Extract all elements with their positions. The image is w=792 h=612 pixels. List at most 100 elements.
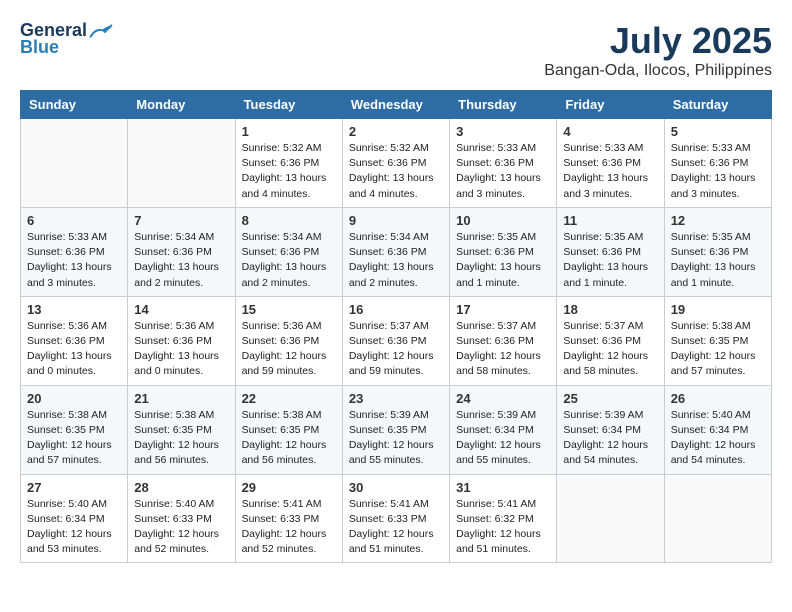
weekday-header-wednesday: Wednesday <box>342 91 449 119</box>
logo: General Blue <box>20 20 113 58</box>
calendar-day-cell: 5 Sunrise: 5:33 AMSunset: 6:36 PMDaylight… <box>664 119 771 208</box>
weekday-header-friday: Friday <box>557 91 664 119</box>
calendar-day-cell: 19Sunrise: 5:38 AMSunset: 6:35 PMDayligh… <box>664 296 771 385</box>
calendar-day-cell: 17Sunrise: 5:37 AMSunset: 6:36 PMDayligh… <box>450 296 557 385</box>
day-detail: Sunrise: 5:34 AMSunset: 6:36 PMDaylight:… <box>349 230 443 291</box>
day-detail: Sunrise: 5:41 AMSunset: 6:32 PMDaylight:… <box>456 497 550 558</box>
calendar-day-cell: 18 Sunrise: 5:37 AMSunset: 6:36 PMDayligh… <box>557 296 664 385</box>
day-number: 21 <box>134 391 228 406</box>
day-detail: Sunrise: 5:39 AMSunset: 6:34 PMDaylight:… <box>456 408 550 469</box>
logo-blue: Blue <box>20 37 59 58</box>
day-number: 22 <box>242 391 336 406</box>
day-detail: Sunrise: 5:36 AMSunset: 6:36 PMDaylight:… <box>242 319 336 380</box>
calendar-week-row: 20Sunrise: 5:38 AMSunset: 6:35 PMDayligh… <box>21 385 772 474</box>
day-detail: Sunrise: 5:37 AMSunset: 6:36 PMDaylight:… <box>349 319 443 380</box>
calendar-day-cell: 21 Sunrise: 5:38 AMSunset: 6:35 PMDayligh… <box>128 385 235 474</box>
day-number: 9 <box>349 213 443 228</box>
calendar-day-cell <box>557 474 664 563</box>
day-detail: Sunrise: 5:40 AMSunset: 6:34 PMDaylight:… <box>27 497 121 558</box>
day-detail: Sunrise: 5:33 AMSunset: 6:36 PMDaylight:… <box>456 141 550 202</box>
calendar-day-cell: 6Sunrise: 5:33 AMSunset: 6:36 PMDaylight… <box>21 207 128 296</box>
calendar-day-cell: 20Sunrise: 5:38 AMSunset: 6:35 PMDayligh… <box>21 385 128 474</box>
day-detail: Sunrise: 5:40 AMSunset: 6:34 PMDaylight:… <box>671 408 765 469</box>
weekday-header-thursday: Thursday <box>450 91 557 119</box>
calendar-day-cell <box>128 119 235 208</box>
day-detail: Sunrise: 5:40 AMSunset: 6:33 PMDaylight:… <box>134 497 228 558</box>
calendar-day-cell: 27 Sunrise: 5:40 AMSunset: 6:34 PMDayligh… <box>21 474 128 563</box>
calendar-day-cell: 31 Sunrise: 5:41 AMSunset: 6:32 PMDayligh… <box>450 474 557 563</box>
day-number: 10 <box>456 213 550 228</box>
day-detail: Sunrise: 5:36 AMSunset: 6:36 PMDaylight:… <box>134 319 228 380</box>
calendar-day-cell: 22 Sunrise: 5:38 AMSunset: 6:35 PMDayligh… <box>235 385 342 474</box>
day-detail: Sunrise: 5:38 AMSunset: 6:35 PMDaylight:… <box>27 408 121 469</box>
calendar-day-cell: 15 Sunrise: 5:36 AMSunset: 6:36 PMDayligh… <box>235 296 342 385</box>
weekday-header-monday: Monday <box>128 91 235 119</box>
day-detail: Sunrise: 5:39 AMSunset: 6:34 PMDaylight:… <box>563 408 657 469</box>
day-detail: Sunrise: 5:38 AMSunset: 6:35 PMDaylight:… <box>671 319 765 380</box>
day-number: 4 <box>563 124 657 139</box>
day-detail: Sunrise: 5:34 AMSunset: 6:36 PMDaylight:… <box>134 230 228 291</box>
day-number: 1 <box>242 124 336 139</box>
day-number: 31 <box>456 480 550 495</box>
calendar-day-cell: 29 Sunrise: 5:41 AMSunset: 6:33 PMDayligh… <box>235 474 342 563</box>
calendar-week-row: 27 Sunrise: 5:40 AMSunset: 6:34 PMDayligh… <box>21 474 772 563</box>
day-number: 15 <box>242 302 336 317</box>
logo-bird-icon <box>89 21 113 41</box>
calendar-day-cell: 26 Sunrise: 5:40 AMSunset: 6:34 PMDayligh… <box>664 385 771 474</box>
calendar-day-cell: 14Sunrise: 5:36 AMSunset: 6:36 PMDayligh… <box>128 296 235 385</box>
day-detail: Sunrise: 5:32 AMSunset: 6:36 PMDaylight:… <box>349 141 443 202</box>
day-detail: Sunrise: 5:33 AMSunset: 6:36 PMDaylight:… <box>27 230 121 291</box>
weekday-header-saturday: Saturday <box>664 91 771 119</box>
day-number: 11 <box>563 213 657 228</box>
calendar-day-cell: 8 Sunrise: 5:34 AMSunset: 6:36 PMDaylight… <box>235 207 342 296</box>
day-detail: Sunrise: 5:32 AMSunset: 6:36 PMDaylight:… <box>242 141 336 202</box>
calendar-day-cell: 12 Sunrise: 5:35 AMSunset: 6:36 PMDayligh… <box>664 207 771 296</box>
calendar-table: SundayMondayTuesdayWednesdayThursdayFrid… <box>20 90 772 563</box>
day-number: 27 <box>27 480 121 495</box>
title-area: July 2025 Bangan-Oda, Ilocos, Philippine… <box>544 20 772 80</box>
day-number: 17 <box>456 302 550 317</box>
calendar-day-cell: 1 Sunrise: 5:32 AMSunset: 6:36 PMDaylight… <box>235 119 342 208</box>
calendar-day-cell <box>21 119 128 208</box>
day-number: 30 <box>349 480 443 495</box>
day-number: 5 <box>671 124 765 139</box>
day-detail: Sunrise: 5:38 AMSunset: 6:35 PMDaylight:… <box>134 408 228 469</box>
day-number: 24 <box>456 391 550 406</box>
day-number: 23 <box>349 391 443 406</box>
day-detail: Sunrise: 5:35 AMSunset: 6:36 PMDaylight:… <box>456 230 550 291</box>
weekday-header-tuesday: Tuesday <box>235 91 342 119</box>
calendar-day-cell: 3 Sunrise: 5:33 AMSunset: 6:36 PMDaylight… <box>450 119 557 208</box>
calendar-week-row: 1 Sunrise: 5:32 AMSunset: 6:36 PMDaylight… <box>21 119 772 208</box>
day-detail: Sunrise: 5:39 AMSunset: 6:35 PMDaylight:… <box>349 408 443 469</box>
day-detail: Sunrise: 5:36 AMSunset: 6:36 PMDaylight:… <box>27 319 121 380</box>
day-number: 8 <box>242 213 336 228</box>
calendar-day-cell: 4 Sunrise: 5:33 AMSunset: 6:36 PMDaylight… <box>557 119 664 208</box>
day-detail: Sunrise: 5:35 AMSunset: 6:36 PMDaylight:… <box>563 230 657 291</box>
day-number: 29 <box>242 480 336 495</box>
calendar-day-cell: 11 Sunrise: 5:35 AMSunset: 6:36 PMDayligh… <box>557 207 664 296</box>
month-title: July 2025 <box>544 20 772 62</box>
weekday-header-sunday: Sunday <box>21 91 128 119</box>
day-number: 3 <box>456 124 550 139</box>
calendar-day-cell: 2Sunrise: 5:32 AMSunset: 6:36 PMDaylight… <box>342 119 449 208</box>
day-number: 12 <box>671 213 765 228</box>
calendar-day-cell: 16Sunrise: 5:37 AMSunset: 6:36 PMDayligh… <box>342 296 449 385</box>
calendar-day-cell <box>664 474 771 563</box>
day-detail: Sunrise: 5:33 AMSunset: 6:36 PMDaylight:… <box>671 141 765 202</box>
calendar-day-cell: 10 Sunrise: 5:35 AMSunset: 6:36 PMDayligh… <box>450 207 557 296</box>
day-detail: Sunrise: 5:41 AMSunset: 6:33 PMDaylight:… <box>349 497 443 558</box>
day-number: 26 <box>671 391 765 406</box>
calendar-week-row: 6Sunrise: 5:33 AMSunset: 6:36 PMDaylight… <box>21 207 772 296</box>
location-title: Bangan-Oda, Ilocos, Philippines <box>544 62 772 80</box>
day-number: 7 <box>134 213 228 228</box>
calendar-day-cell: 9 Sunrise: 5:34 AMSunset: 6:36 PMDaylight… <box>342 207 449 296</box>
day-detail: Sunrise: 5:33 AMSunset: 6:36 PMDaylight:… <box>563 141 657 202</box>
day-detail: Sunrise: 5:35 AMSunset: 6:36 PMDaylight:… <box>671 230 765 291</box>
day-detail: Sunrise: 5:37 AMSunset: 6:36 PMDaylight:… <box>563 319 657 380</box>
calendar-header-row: SundayMondayTuesdayWednesdayThursdayFrid… <box>21 91 772 119</box>
day-number: 18 <box>563 302 657 317</box>
day-detail: Sunrise: 5:34 AMSunset: 6:36 PMDaylight:… <box>242 230 336 291</box>
day-detail: Sunrise: 5:41 AMSunset: 6:33 PMDaylight:… <box>242 497 336 558</box>
day-number: 25 <box>563 391 657 406</box>
day-detail: Sunrise: 5:38 AMSunset: 6:35 PMDaylight:… <box>242 408 336 469</box>
